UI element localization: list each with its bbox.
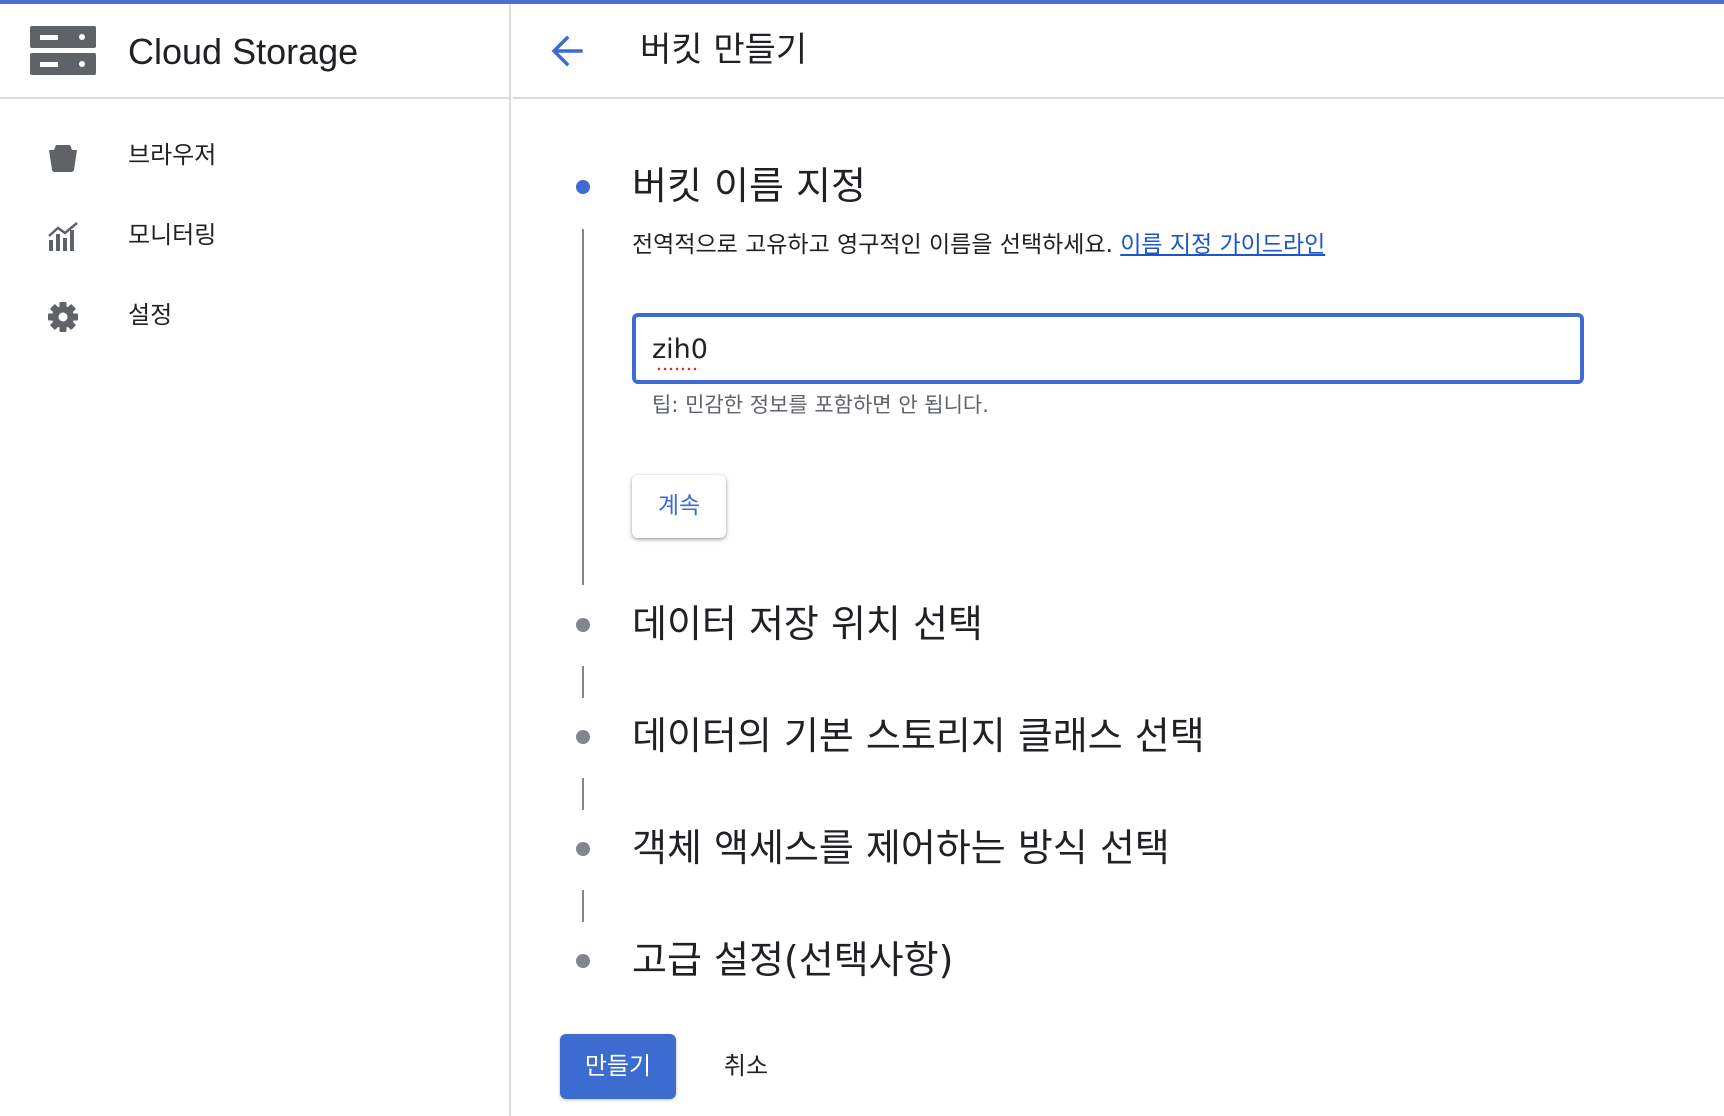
step-indicator bbox=[576, 730, 590, 744]
arrow-back-icon[interactable] bbox=[543, 26, 593, 76]
sidebar-item-label: 브라우저 bbox=[128, 141, 217, 169]
sidebar-item-settings[interactable]: 설정 bbox=[0, 285, 509, 345]
step-title-bucket-name[interactable]: 버킷 이름 지정 bbox=[632, 162, 866, 210]
sidebar-header: Cloud Storage bbox=[0, 4, 509, 99]
spellcheck-underline bbox=[656, 367, 700, 371]
step-indicator bbox=[576, 842, 590, 856]
step-indicator-active bbox=[576, 180, 590, 194]
bucket-name-field[interactable] bbox=[632, 313, 1584, 384]
step-connector bbox=[582, 229, 584, 585]
naming-guidelines-link[interactable]: 이름 지정 가이드라인 bbox=[1120, 232, 1325, 258]
continue-button[interactable]: 계속 bbox=[632, 475, 726, 538]
step-title-access-control[interactable]: 객체 액세스를 제어하는 방식 선택 bbox=[632, 824, 1170, 872]
step-connector bbox=[582, 778, 584, 810]
step-title-location[interactable]: 데이터 저장 위치 선택 bbox=[632, 600, 983, 648]
step-title-storage-class[interactable]: 데이터의 기본 스토리지 클래스 선택 bbox=[632, 712, 1205, 760]
gear-icon bbox=[48, 302, 78, 332]
sidebar-item-monitoring[interactable]: 모니터링 bbox=[0, 205, 509, 265]
step-description: 전역적으로 고유하고 영구적인 이름을 선택하세요. 이름 지정 가이드라인 bbox=[632, 229, 1325, 261]
create-button[interactable]: 만들기 bbox=[560, 1034, 676, 1099]
bucket-name-input[interactable] bbox=[652, 331, 1552, 367]
cancel-button[interactable]: 취소 bbox=[706, 1034, 786, 1099]
step-indicator bbox=[576, 954, 590, 968]
monitoring-chart-icon bbox=[48, 222, 78, 251]
step-connector bbox=[582, 890, 584, 922]
sidebar-item-label: 설정 bbox=[128, 301, 173, 329]
step-indicator bbox=[576, 618, 590, 632]
product-title: Cloud Storage bbox=[128, 31, 359, 72]
sidebar-item-browser[interactable]: 브라우저 bbox=[0, 125, 509, 185]
sidebar-item-label: 모니터링 bbox=[128, 221, 217, 249]
sidebar: Cloud Storage 브라우저 모니터링 설정 bbox=[0, 4, 511, 1116]
bucket-icon bbox=[49, 145, 77, 173]
step-connector bbox=[582, 666, 584, 698]
storage-server-icon bbox=[30, 26, 96, 75]
input-hint: 팁: 민감한 정보를 포함하면 안 됩니다. bbox=[652, 393, 989, 417]
main-header: 버킷 만들기 bbox=[513, 4, 1724, 99]
step-title-advanced-settings[interactable]: 고급 설정(선택사항) bbox=[632, 936, 953, 984]
page-title: 버킷 만들기 bbox=[640, 30, 808, 70]
description-text: 전역적으로 고유하고 영구적인 이름을 선택하세요. bbox=[632, 232, 1113, 258]
